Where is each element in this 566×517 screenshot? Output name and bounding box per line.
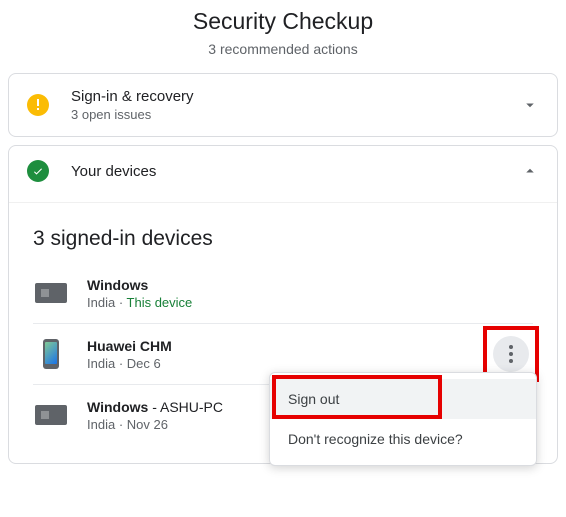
chevron-up-icon: [521, 162, 539, 180]
signin-recovery-card: Sign-in & recovery 3 open issues: [8, 73, 558, 137]
check-icon: [27, 160, 49, 182]
devices-body: 3 signed-in devices Windows India · This…: [9, 202, 557, 463]
page-subtitle: 3 recommended actions: [8, 41, 558, 57]
signin-sub: 3 open issues: [71, 107, 521, 122]
chevron-down-icon: [521, 96, 539, 114]
page-title: Security Checkup: [8, 8, 558, 35]
device-info: Huawei CHM India · Dec 6: [87, 338, 533, 371]
menu-dont-recognize[interactable]: Don't recognize this device?: [270, 419, 536, 459]
device-context-menu: Sign out Don't recognize this device?: [269, 372, 537, 466]
warning-icon: [27, 94, 49, 116]
device-meta: India · This device: [87, 295, 533, 310]
device-row: Huawei CHM India · Dec 6 Sign out Don't …: [33, 324, 533, 385]
devices-title-block: Your devices: [71, 163, 521, 180]
laptop-icon: [33, 397, 69, 433]
devices-title: Your devices: [71, 163, 521, 180]
devices-toggle[interactable]: Your devices: [9, 146, 557, 196]
laptop-icon: [33, 275, 69, 311]
more-options-button[interactable]: [493, 336, 529, 372]
devices-card: Your devices 3 signed-in devices Windows…: [8, 145, 558, 464]
device-meta: India · Dec 6: [87, 356, 533, 371]
signin-title: Sign-in & recovery: [71, 88, 521, 105]
devices-section-title: 3 signed-in devices: [33, 227, 533, 251]
device-row: Windows India · This device: [33, 263, 533, 324]
device-name: Windows: [87, 277, 533, 293]
signin-title-block: Sign-in & recovery 3 open issues: [71, 88, 521, 122]
phone-icon: [33, 336, 69, 372]
signin-recovery-toggle[interactable]: Sign-in & recovery 3 open issues: [9, 74, 557, 136]
device-info: Windows India · This device: [87, 277, 533, 310]
page-header: Security Checkup 3 recommended actions: [8, 8, 558, 57]
device-name: Huawei CHM: [87, 338, 533, 354]
more-vert-icon: [509, 345, 513, 363]
menu-signout[interactable]: Sign out: [270, 379, 536, 419]
